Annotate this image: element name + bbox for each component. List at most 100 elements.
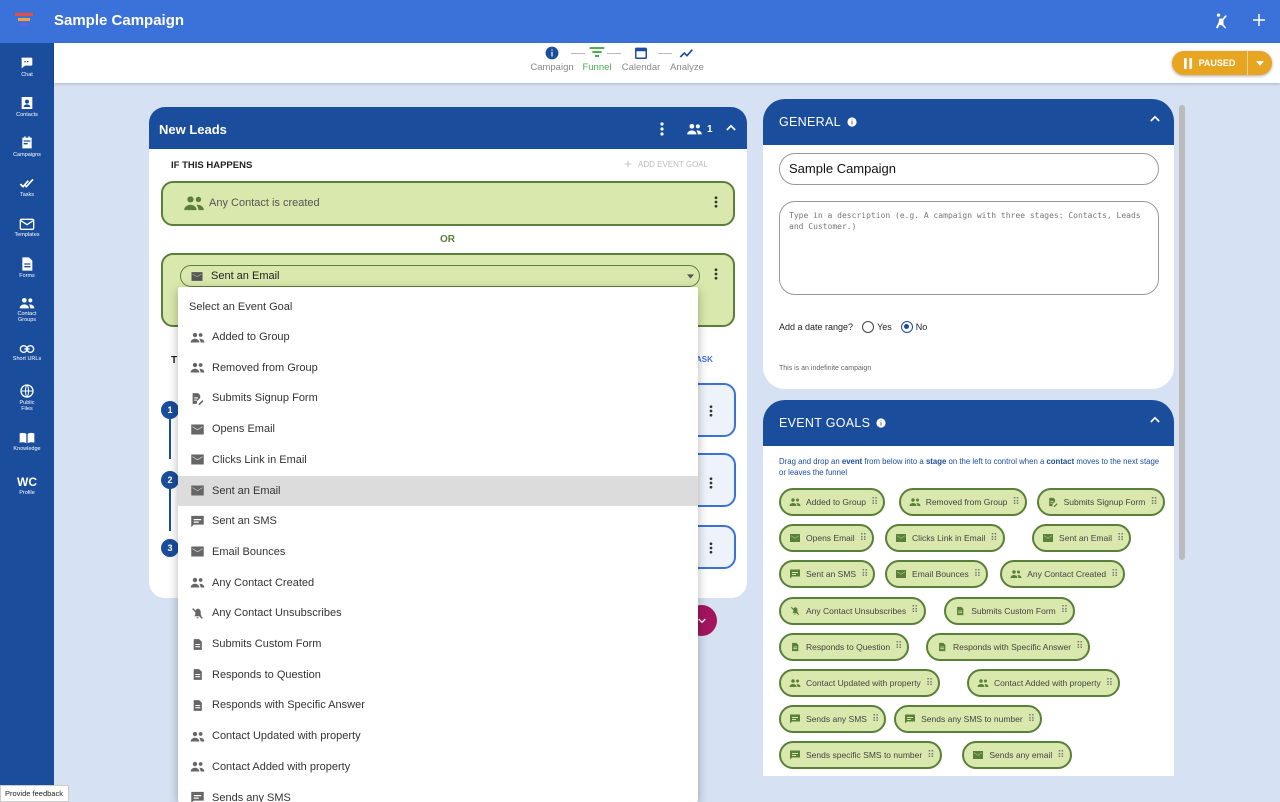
- sidebar-item-campaigns[interactable]: Campaigns: [0, 135, 54, 158]
- event-goal-chip[interactable]: Sent an SMS ⠿: [779, 560, 876, 589]
- drag-handle-icon[interactable]: ⠿: [927, 750, 934, 761]
- drag-handle-icon[interactable]: ⠿: [1061, 605, 1068, 616]
- info-icon[interactable]: [847, 117, 857, 127]
- sidebar-item-tasks[interactable]: Tasks: [0, 177, 54, 198]
- drag-handle-icon[interactable]: ⠿: [1028, 714, 1035, 725]
- sidebar-item-profile[interactable]: WC Profile: [0, 475, 54, 496]
- dropdown-option[interactable]: Any Contact Created: [178, 568, 698, 598]
- collapse-icon[interactable]: [726, 124, 736, 131]
- date-range-no-radio[interactable]: [900, 321, 913, 333]
- dropdown-option[interactable]: Removed from Group: [178, 353, 698, 383]
- event-goal-chip[interactable]: Responds to Question ⠿: [779, 632, 910, 661]
- campaign-description-input[interactable]: Type in a description (e.g. A campaign w…: [779, 201, 1159, 295]
- info-icon[interactable]: [876, 418, 886, 428]
- dropdown-option[interactable]: Any Contact Unsubscribes: [178, 598, 698, 628]
- funnel-logo-icon[interactable]: [15, 12, 33, 28]
- provide-feedback-button[interactable]: Provide feedback: [0, 785, 69, 802]
- dropdown-option[interactable]: Responds to Question: [178, 660, 698, 690]
- status-dropdown-toggle[interactable]: [1248, 51, 1272, 75]
- drag-handle-icon[interactable]: ⠿: [895, 641, 902, 652]
- collapse-icon[interactable]: [1150, 115, 1160, 122]
- step-analyze[interactable]: Analyze: [668, 46, 706, 73]
- dropdown-option[interactable]: Email Bounces: [178, 537, 698, 567]
- sidebar-item-chat[interactable]: Chat: [0, 55, 54, 78]
- dropdown-option[interactable]: Submits Signup Form: [178, 383, 698, 413]
- more-vert-icon[interactable]: [714, 196, 718, 208]
- dropdown-option[interactable]: Sent an Email: [178, 475, 698, 506]
- drag-handle-icon[interactable]: ⠿: [990, 533, 997, 544]
- event-goal-chip[interactable]: Opens Email ⠿: [779, 524, 874, 553]
- event-goal-chip[interactable]: Added to Group ⠿: [779, 488, 886, 516]
- stage-members-button[interactable]: 1: [686, 123, 713, 135]
- dropdown-option[interactable]: Sends any SMS: [178, 783, 698, 802]
- event-goal-chip[interactable]: Email Bounces ⠿: [885, 560, 989, 589]
- step-campaign[interactable]: Campaign: [529, 46, 575, 73]
- step-calendar[interactable]: Calendar: [620, 46, 662, 73]
- event-goal-chip[interactable]: Removed from Group ⠿: [898, 488, 1027, 516]
- drag-handle-icon[interactable]: ⠿: [861, 569, 868, 580]
- event-goal-chip[interactable]: Submits Custom Form ⠿: [944, 596, 1076, 625]
- drag-handle-icon[interactable]: ⠿: [1150, 497, 1157, 508]
- dropdown-option[interactable]: Added to Group: [178, 322, 698, 352]
- page-scrollbar[interactable]: [1179, 105, 1185, 560]
- event-goal-chip[interactable]: Contact Added with property ⠿: [966, 669, 1121, 697]
- sidebar-item-short-urls[interactable]: Short URLs: [0, 343, 54, 362]
- event-goal-select[interactable]: Sent an Email: [180, 265, 700, 287]
- add-event-goal-button[interactable]: ADD EVENT GOAL: [623, 159, 708, 169]
- event-goal-chip[interactable]: Any Contact Created ⠿: [1000, 560, 1126, 589]
- stage-more-icon[interactable]: [660, 122, 664, 136]
- more-vert-icon[interactable]: [709, 405, 713, 417]
- event-goal-chip[interactable]: Submits Signup Form ⠿: [1036, 488, 1165, 516]
- caret-down-icon: [687, 274, 694, 279]
- drag-handle-icon[interactable]: ⠿: [871, 497, 878, 508]
- event-goal-chip[interactable]: Contact Updated with property ⠿: [779, 669, 941, 697]
- sidebar-item-forms[interactable]: Forms: [0, 256, 54, 279]
- sidebar-item-templates[interactable]: Templates: [0, 217, 54, 238]
- sidebar-item-contact-groups[interactable]: Contact Groups: [0, 296, 54, 323]
- drag-handle-icon[interactable]: ⠿: [1106, 678, 1113, 689]
- event-goal-chip[interactable]: Sends any SMS to number ⠿: [894, 705, 1043, 734]
- drag-handle-icon[interactable]: ⠿: [872, 714, 879, 725]
- drag-handle-icon[interactable]: ⠿: [974, 569, 981, 580]
- event-goal-chip[interactable]: Any Contact Unsubscribes ⠿: [779, 596, 926, 625]
- drag-handle-icon[interactable]: ⠿: [1117, 533, 1124, 544]
- dropdown-option[interactable]: Contact Updated with property: [178, 721, 698, 751]
- dropdown-option-label: Contact Updated with property: [212, 730, 361, 743]
- dropdown-option[interactable]: Opens Email: [178, 414, 698, 444]
- event-goal-box[interactable]: Any Contact is created: [161, 181, 735, 226]
- event-goal-chip[interactable]: Responds with Specific Answer ⠿: [926, 632, 1091, 661]
- dropdown-option[interactable]: Sent an SMS: [178, 506, 698, 536]
- drag-handle-icon[interactable]: ⠿: [926, 678, 933, 689]
- more-vert-icon[interactable]: [714, 268, 718, 280]
- event-goal-chip[interactable]: Sends any email ⠿: [962, 741, 1072, 770]
- event-goal-chip[interactable]: Clicks Link in Email ⠿: [885, 524, 1005, 553]
- more-vert-icon[interactable]: [709, 477, 713, 489]
- paused-toggle[interactable]: PAUSED: [1172, 51, 1248, 75]
- drag-handle-icon[interactable]: ⠿: [1057, 750, 1064, 761]
- paused-status-button[interactable]: PAUSED: [1172, 51, 1272, 75]
- stage-title[interactable]: New Leads: [159, 122, 227, 137]
- drag-handle-icon[interactable]: ⠿: [1111, 569, 1118, 580]
- dropdown-option[interactable]: Clicks Link in Email: [178, 445, 698, 475]
- date-range-yes-radio[interactable]: [862, 321, 875, 333]
- drag-handle-icon[interactable]: ⠿: [911, 605, 918, 616]
- campaign-name-input[interactable]: Sample Campaign: [779, 153, 1159, 185]
- more-vert-icon[interactable]: [709, 542, 713, 554]
- collapse-icon[interactable]: [1150, 416, 1160, 423]
- dropdown-option[interactable]: Submits Custom Form: [178, 629, 698, 659]
- sidebar-item-knowledge[interactable]: Knowledge: [0, 431, 54, 452]
- dropdown-option[interactable]: Contact Added with property: [178, 752, 698, 782]
- drag-handle-icon[interactable]: ⠿: [1076, 641, 1083, 652]
- drag-handle-icon[interactable]: ⠿: [860, 533, 867, 544]
- drag-handle-icon[interactable]: ⠿: [1012, 497, 1019, 508]
- accessibility-icon[interactable]: [1211, 11, 1233, 33]
- event-goal-chip[interactable]: Sends specific SMS to number ⠿: [779, 741, 942, 770]
- add-task-link-partial[interactable]: ASK: [696, 355, 713, 364]
- event-goal-chip[interactable]: Sent an Email ⠿: [1032, 524, 1132, 553]
- add-icon[interactable]: [1250, 11, 1272, 33]
- sidebar-item-public-files[interactable]: Public Files: [0, 383, 54, 412]
- step-funnel[interactable]: Funnel: [580, 46, 614, 73]
- dropdown-option[interactable]: Responds with Specific Answer: [178, 690, 698, 720]
- sidebar-item-contacts[interactable]: Contacts: [0, 95, 54, 118]
- event-goal-chip[interactable]: Sends any SMS ⠿: [779, 705, 887, 734]
